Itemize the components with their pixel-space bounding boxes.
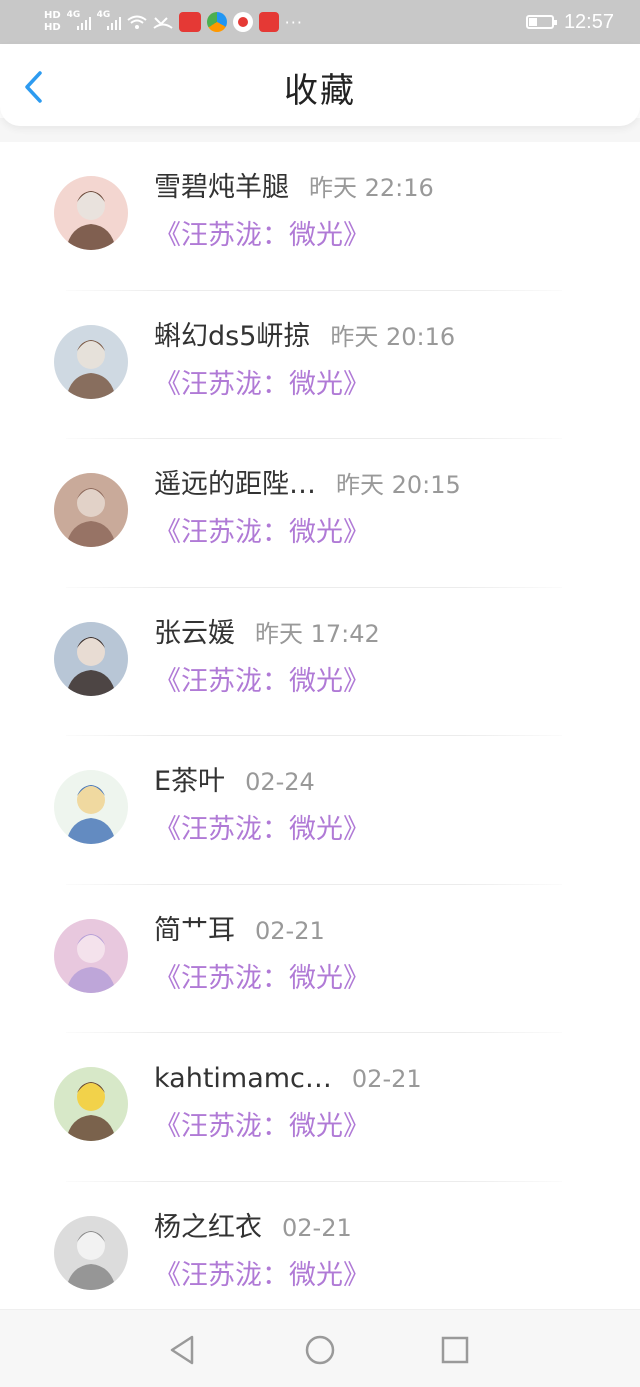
- favorite-item[interactable]: 遥远的距陛… 昨天 20:15 《汪苏泷：微光》: [0, 439, 640, 588]
- timestamp: 昨天 20:15: [336, 471, 461, 499]
- system-nav-bar: [0, 1309, 640, 1387]
- battery-fill: [528, 18, 537, 26]
- favorite-item[interactable]: 雪碧炖羊腿 昨天 22:16 《汪苏泷：微光》: [0, 142, 640, 291]
- timestamp: 昨天 17:42: [255, 619, 380, 648]
- signal-2-label: 4G: [96, 10, 111, 20]
- timestamp: 昨天 20:16: [330, 322, 456, 351]
- user-name[interactable]: 杨之红衣: [154, 1208, 262, 1248]
- user-name[interactable]: 张云媛: [154, 614, 235, 654]
- signal-1-icon: 4G: [67, 10, 91, 30]
- title-bar: 收藏: [0, 44, 640, 126]
- user-name[interactable]: 蝌幻ds5岍掠: [154, 317, 310, 357]
- avatar[interactable]: [54, 621, 128, 696]
- clock: 12:57: [563, 10, 614, 33]
- favorites-screen: HD HD 4G 4G ··· 12:57 收藏 雪碧炖羊腿 昨天 22:16 …: [0, 0, 640, 1387]
- nav-back-button[interactable]: [162, 1330, 202, 1370]
- user-name[interactable]: 雪碧炖羊腿: [154, 168, 289, 208]
- timestamp: 02-24: [245, 768, 315, 796]
- hd-indicator: HD HD: [44, 10, 61, 34]
- wifi-icon: [127, 15, 147, 29]
- favorited-item-title[interactable]: 《汪苏泷：微光》: [154, 662, 370, 702]
- more-notifications-icon: ···: [284, 12, 303, 32]
- nav-home-button[interactable]: [300, 1330, 340, 1370]
- favorite-item[interactable]: kahtimamc… 02-21 《汪苏泷：微光》: [0, 1033, 640, 1182]
- favorite-item[interactable]: 杨之红衣 02-21 《汪苏泷：微光》: [0, 1182, 640, 1330]
- game-app-icon: [258, 12, 279, 32]
- favorite-item[interactable]: 简艹耳 02-21 《汪苏泷：微光》: [0, 885, 640, 1033]
- timestamp: 02-21: [255, 916, 325, 945]
- status-icons-left: HD HD 4G 4G ···: [44, 4, 303, 40]
- circle-home-icon: [305, 1335, 335, 1365]
- favorited-item-title[interactable]: 《汪苏泷：微光》: [154, 1107, 370, 1147]
- square-recents-icon: [441, 1336, 469, 1364]
- battery-icon: [525, 15, 557, 29]
- missed-call-icon: [153, 15, 173, 29]
- status-icons-right: 12:57: [525, 0, 614, 44]
- signal-1-label: 4G: [66, 10, 81, 20]
- avatar[interactable]: [54, 918, 128, 993]
- avatar[interactable]: [54, 770, 128, 844]
- user-name[interactable]: kahtimamc…: [154, 1059, 332, 1099]
- favorite-item[interactable]: 蝌幻ds5岍掠 昨天 20:16 《汪苏泷：微光》: [0, 291, 640, 439]
- signal-2-icon: 4G: [97, 10, 121, 30]
- favorited-item-title[interactable]: 《汪苏泷：微光》: [154, 1256, 370, 1296]
- timestamp: 02-21: [282, 1213, 352, 1242]
- back-button[interactable]: [14, 64, 54, 110]
- favorite-item[interactable]: 张云媛 昨天 17:42 《汪苏泷：微光》: [0, 588, 640, 736]
- browser-app-icon: [206, 12, 227, 32]
- hd-label-1: HD: [44, 10, 61, 21]
- timestamp: 昨天 22:16: [309, 174, 434, 202]
- avatar[interactable]: [54, 1067, 128, 1141]
- favorited-item-title[interactable]: 《汪苏泷：微光》: [154, 216, 370, 256]
- favorited-item-title[interactable]: 《汪苏泷：微光》: [154, 513, 370, 553]
- user-name[interactable]: 简艹耳: [154, 911, 235, 951]
- status-bar: HD HD 4G 4G ··· 12:57: [0, 0, 640, 44]
- timestamp: 02-21: [351, 1065, 422, 1093]
- avatar[interactable]: [54, 324, 128, 399]
- avatar[interactable]: [54, 1215, 128, 1290]
- page-title: 收藏: [284, 71, 356, 111]
- favorited-item-title[interactable]: 《汪苏泷：微光》: [154, 810, 370, 850]
- favorited-item-title[interactable]: 《汪苏泷：微光》: [154, 959, 370, 999]
- hd-label-2: HD: [44, 22, 61, 33]
- nav-recents-button[interactable]: [435, 1330, 475, 1370]
- avatar[interactable]: [54, 473, 128, 547]
- user-name[interactable]: 遥远的距陛…: [154, 465, 316, 505]
- avatar[interactable]: [54, 176, 128, 250]
- favorited-item-title[interactable]: 《汪苏泷：微光》: [154, 365, 370, 405]
- chevron-left-icon: [25, 71, 42, 103]
- favorite-item[interactable]: E茶叶 02-24 《汪苏泷：微光》: [0, 736, 640, 885]
- news-app-icon: [178, 12, 201, 32]
- triangle-back-icon: [170, 1335, 194, 1365]
- user-name[interactable]: E茶叶: [154, 762, 225, 802]
- favorites-list: 雪碧炖羊腿 昨天 22:16 《汪苏泷：微光》 蝌幻ds5岍掠 昨天 20:16 《汪苏泷…: [0, 142, 640, 1330]
- video-app-icon: [232, 12, 253, 32]
